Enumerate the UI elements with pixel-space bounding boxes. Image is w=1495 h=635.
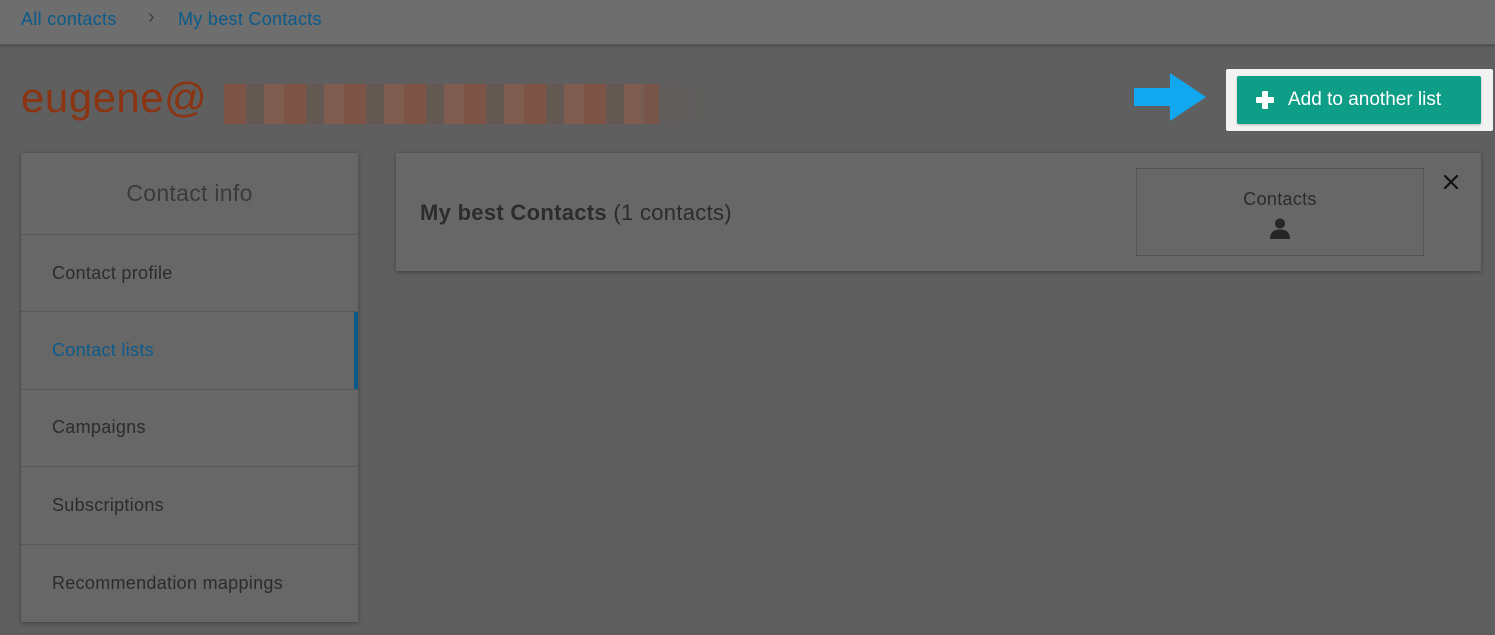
close-icon[interactable]	[1442, 173, 1460, 191]
contact-info-sidebar: Contact info Contact profile Contact lis…	[21, 153, 358, 622]
chevron-right-icon: ›	[148, 6, 155, 28]
sidebar-item-label: Contact lists	[52, 340, 154, 361]
breadcrumb-current-list[interactable]: My best Contacts	[178, 9, 322, 30]
redacted-email-fade	[640, 84, 710, 124]
sidebar-item-campaigns[interactable]: Campaigns	[21, 390, 358, 468]
sidebar-item-contact-profile[interactable]: Contact profile	[21, 235, 358, 313]
sidebar-item-label: Contact profile	[52, 262, 173, 283]
sidebar-item-recommendation-mappings[interactable]: Recommendation mappings	[21, 545, 358, 622]
sidebar-item-label: Recommendation mappings	[52, 572, 284, 593]
list-count: (1 contacts)	[613, 200, 732, 225]
sidebar-item-subscriptions[interactable]: Subscriptions	[21, 467, 358, 545]
sidebar-item-label: Campaigns	[52, 417, 146, 438]
contacts-stat-box[interactable]: Contacts	[1136, 168, 1424, 256]
sidebar-item-contact-lists[interactable]: Contact lists	[21, 312, 358, 390]
contact-list-card: My best Contacts (1 contacts) Contacts	[396, 153, 1481, 271]
add-to-another-list-button[interactable]: Add to another list	[1237, 76, 1481, 124]
list-name: My best Contacts	[420, 200, 607, 225]
plus-icon	[1256, 91, 1274, 109]
breadcrumb-all-contacts[interactable]: All contacts	[21, 9, 117, 30]
add-to-another-list-label: Add to another list	[1288, 89, 1442, 110]
sidebar-item-label: Subscriptions	[52, 494, 164, 515]
sidebar-header: Contact info	[21, 153, 358, 235]
person-icon	[1270, 218, 1290, 239]
contact-email-title: eugene@	[21, 74, 208, 121]
contacts-label: Contacts	[1243, 189, 1317, 209]
breadcrumb: All contacts › My best Contacts	[0, 0, 1495, 45]
redacted-email-domain	[224, 84, 659, 124]
arrow-right-icon	[1134, 73, 1206, 121]
list-card-title[interactable]: My best Contacts (1 contacts)	[420, 200, 732, 226]
